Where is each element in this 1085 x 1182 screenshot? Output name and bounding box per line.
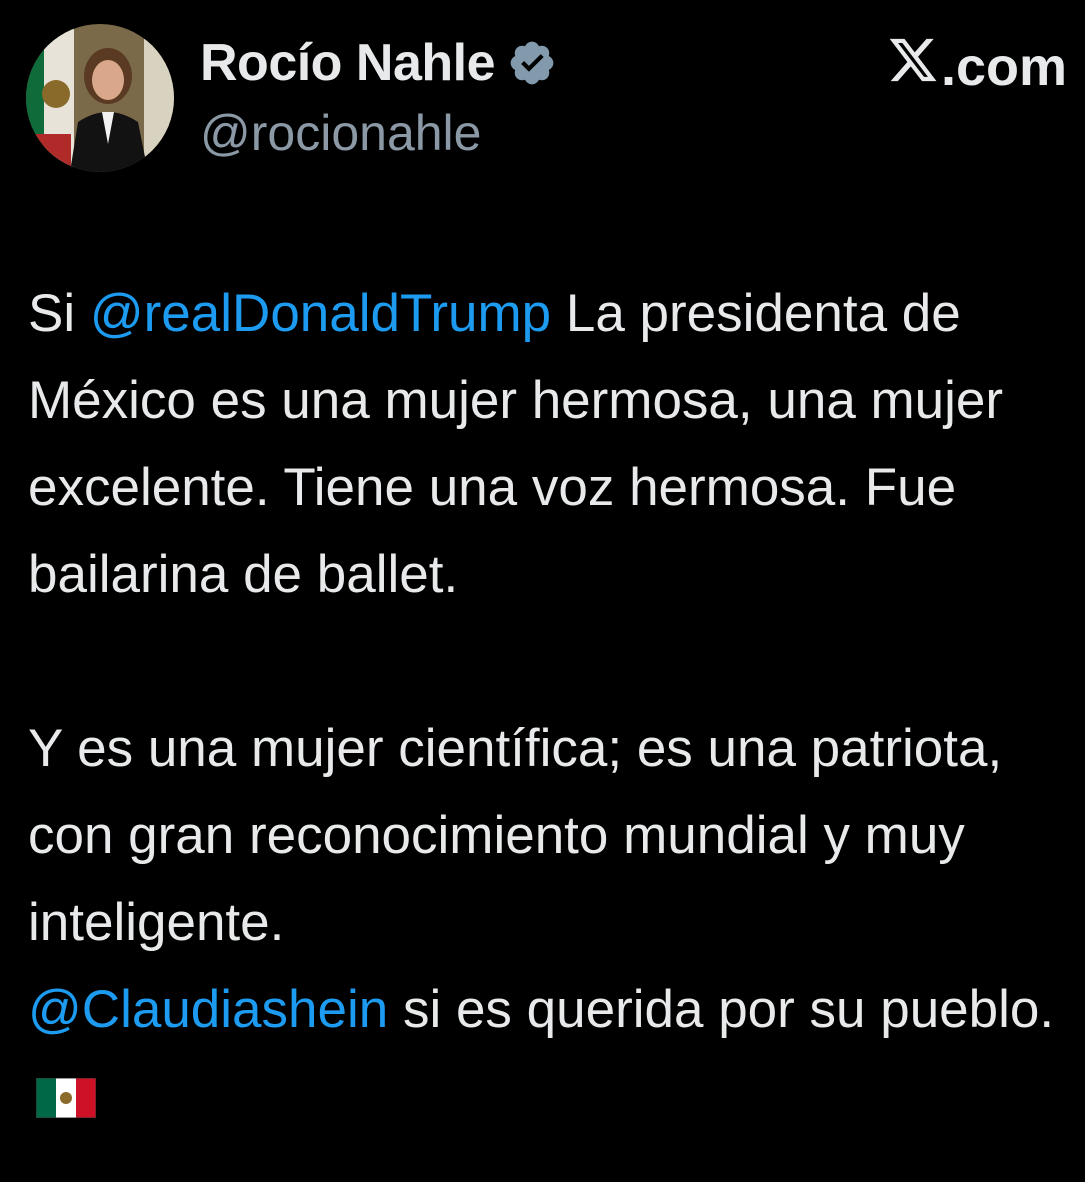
tweet-text-body-3: si es querida por su pueblo. [388, 980, 1055, 1039]
mention-realdonaldtrump[interactable]: @realDonaldTrump [90, 284, 551, 343]
tweet-paragraph-2: Y es una mujer científica; es una patrio… [28, 705, 1078, 1140]
tweet-header: Rocío Nahle @rocionahle .com [0, 0, 1085, 200]
tweet-text-body-2: Y es una mujer científica; es una patrio… [28, 719, 1003, 952]
display-name[interactable]: Rocío Nahle [200, 33, 496, 93]
verified-badge-icon [507, 38, 557, 88]
mexico-flag-icon [35, 1057, 97, 1119]
site-domain: .com [940, 36, 1067, 97]
tweet-text: Si @realDonaldTrump La presidenta de Méx… [28, 270, 1078, 1140]
tweet-text-lead: Si [28, 284, 90, 343]
tweet-paragraph-1: Si @realDonaldTrump La presidenta de Méx… [28, 270, 1078, 618]
mention-claudiashein[interactable]: @Claudiashein [28, 980, 388, 1039]
avatar[interactable] [26, 24, 174, 172]
site-link[interactable]: .com [887, 34, 1067, 99]
user-handle[interactable]: @rocionahle [200, 104, 481, 162]
display-name-row: Rocío Nahle [200, 30, 557, 96]
x-logo-icon [887, 34, 941, 99]
